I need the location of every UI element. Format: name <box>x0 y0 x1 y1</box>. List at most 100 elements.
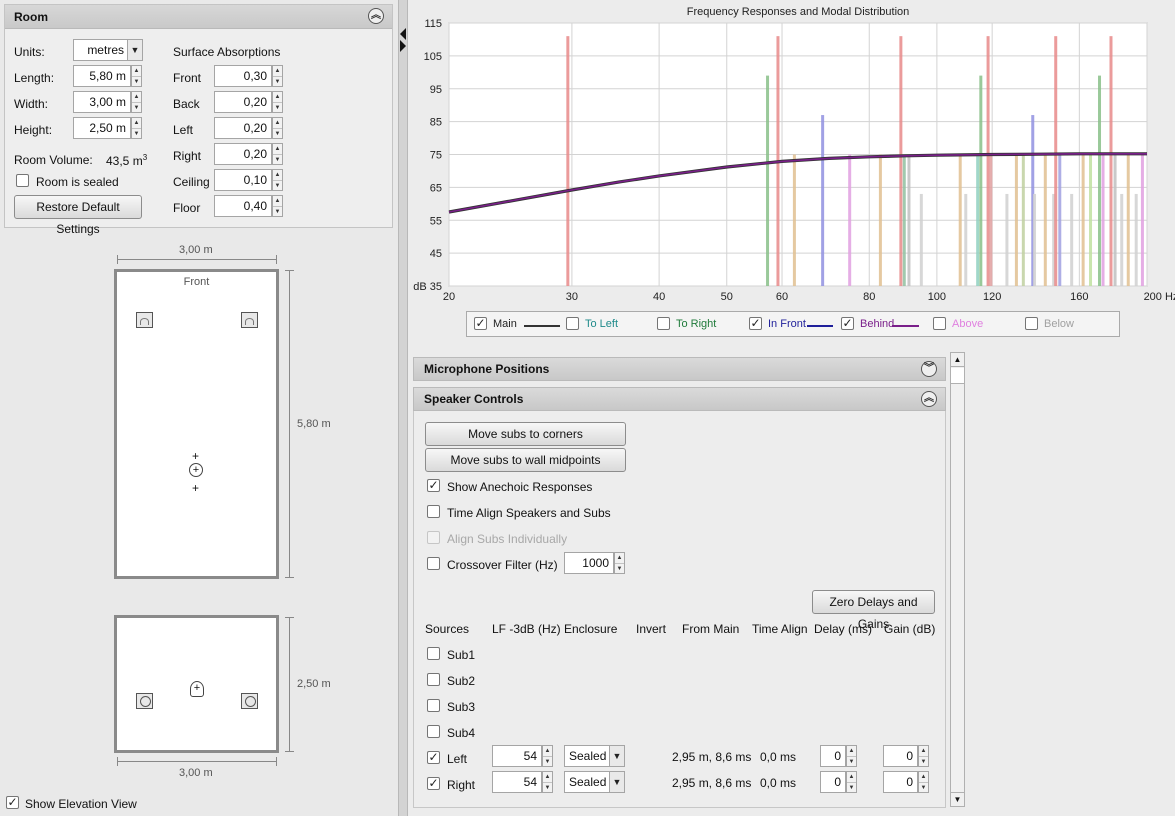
microphone-positions-header[interactable]: Microphone Positions ︾ <box>413 357 946 381</box>
stepper-up-icon[interactable]: ▲ <box>919 772 928 782</box>
enclosure-select[interactable]: Sealed <box>564 771 610 793</box>
crossover-checkbox[interactable] <box>427 557 440 570</box>
collapse-icon[interactable]: ︽ <box>368 8 384 24</box>
absorption-stepper[interactable]: ▲ ▼ <box>272 143 283 165</box>
absorption-stepper[interactable]: ▲ ▼ <box>272 91 283 113</box>
legend-checkbox[interactable]: ✓ <box>841 317 854 330</box>
crossover-stepper[interactable]: ▲ ▼ <box>614 552 625 574</box>
stepper-down-icon[interactable]: ▼ <box>273 206 282 216</box>
units-dropdown-icon[interactable]: ▼ <box>127 39 143 61</box>
units-select[interactable]: metres <box>73 39 129 61</box>
stepper-down-icon[interactable]: ▼ <box>543 756 552 766</box>
stepper-up-icon[interactable]: ▲ <box>615 553 624 563</box>
absorption-field[interactable]: 0,20 <box>214 117 272 139</box>
speaker-checkbox[interactable]: ✓ <box>427 751 440 764</box>
sub-checkbox[interactable] <box>427 699 440 712</box>
show-elevation-checkbox[interactable]: ✓ <box>6 796 19 809</box>
stepper-up-icon[interactable]: ▲ <box>919 746 928 756</box>
stepper-down-icon[interactable]: ▼ <box>132 128 141 138</box>
stepper-up-icon[interactable]: ▲ <box>273 196 282 206</box>
stepper-down-icon[interactable]: ▼ <box>273 180 282 190</box>
mic-marker-icon[interactable]: + <box>192 482 199 494</box>
room-panel-header[interactable]: Room ︽ <box>5 5 392 29</box>
stepper-up-icon[interactable]: ▲ <box>847 772 856 782</box>
legend-checkbox[interactable]: ✓ <box>474 317 487 330</box>
stepper-up-icon[interactable]: ▲ <box>132 92 141 102</box>
stepper-down-icon[interactable]: ▼ <box>615 563 624 573</box>
stepper-down-icon[interactable]: ▼ <box>273 102 282 112</box>
crossover-field[interactable]: 1000 <box>564 552 614 574</box>
legend-checkbox[interactable] <box>933 317 946 330</box>
gain-field[interactable]: 0 <box>883 771 918 793</box>
stepper-down-icon[interactable]: ▼ <box>132 76 141 86</box>
enclosure-select[interactable]: Sealed <box>564 745 610 767</box>
stepper-down-icon[interactable]: ▼ <box>919 756 928 766</box>
vertical-scrollbar[interactable]: ▲ ▼ <box>950 352 965 807</box>
room-sealed-checkbox[interactable] <box>16 174 29 187</box>
width-stepper[interactable]: ▲ ▼ <box>131 91 142 113</box>
sub-checkbox[interactable] <box>427 647 440 660</box>
enclosure-dropdown-icon[interactable]: ▼ <box>609 771 625 793</box>
floor-plan[interactable]: Front + + + <box>114 269 279 579</box>
left-speaker-icon[interactable] <box>136 312 153 328</box>
lf-field[interactable]: 54 <box>492 771 542 793</box>
left-speaker-elevation-icon[interactable] <box>136 693 153 709</box>
absorption-stepper[interactable]: ▲ ▼ <box>272 65 283 87</box>
length-stepper[interactable]: ▲ ▼ <box>131 65 142 87</box>
right-speaker-icon[interactable] <box>241 312 258 328</box>
right-speaker-elevation-icon[interactable] <box>241 693 258 709</box>
absorption-field[interactable]: 0,20 <box>214 143 272 165</box>
legend-checkbox[interactable] <box>657 317 670 330</box>
collapse-icon[interactable]: ︽ <box>921 391 937 407</box>
move-subs-corners-button[interactable]: Move subs to corners <box>425 422 626 446</box>
delay-field[interactable]: 0 <box>820 745 846 767</box>
stepper-up-icon[interactable]: ▲ <box>273 118 282 128</box>
stepper-up-icon[interactable]: ▲ <box>543 772 552 782</box>
absorption-field[interactable]: 0,20 <box>214 91 272 113</box>
length-field[interactable]: 5,80 m <box>73 65 131 87</box>
elevation-view[interactable]: + <box>114 615 279 753</box>
mic-marker-icon[interactable]: + <box>192 450 199 462</box>
gain-stepper[interactable]: ▲ ▼ <box>918 745 929 767</box>
stepper-up-icon[interactable]: ▲ <box>132 118 141 128</box>
lf-stepper[interactable]: ▲ ▼ <box>542 745 553 767</box>
time-align-checkbox[interactable] <box>427 505 440 518</box>
stepper-up-icon[interactable]: ▲ <box>847 746 856 756</box>
scroll-up-icon[interactable]: ▲ <box>951 353 964 367</box>
collapse-left-icon[interactable] <box>400 28 406 40</box>
width-field[interactable]: 3,00 m <box>73 91 131 113</box>
expand-right-icon[interactable] <box>400 40 406 52</box>
stepper-up-icon[interactable]: ▲ <box>543 746 552 756</box>
absorption-stepper[interactable]: ▲ ▼ <box>272 117 283 139</box>
legend-checkbox[interactable] <box>566 317 579 330</box>
absorption-field[interactable]: 0,30 <box>214 65 272 87</box>
scroll-down-icon[interactable]: ▼ <box>951 792 964 806</box>
stepper-down-icon[interactable]: ▼ <box>847 756 856 766</box>
legend-checkbox[interactable] <box>1025 317 1038 330</box>
enclosure-dropdown-icon[interactable]: ▼ <box>609 745 625 767</box>
height-field[interactable]: 2,50 m <box>73 117 131 139</box>
stepper-down-icon[interactable]: ▼ <box>273 128 282 138</box>
absorption-stepper[interactable]: ▲ ▼ <box>272 195 283 217</box>
absorption-stepper[interactable]: ▲ ▼ <box>272 169 283 191</box>
stepper-up-icon[interactable]: ▲ <box>132 66 141 76</box>
absorption-field[interactable]: 0,10 <box>214 169 272 191</box>
stepper-up-icon[interactable]: ▲ <box>273 170 282 180</box>
move-subs-midpoints-button[interactable]: Move subs to wall midpoints <box>425 448 626 472</box>
zero-delays-gains-button[interactable]: Zero Delays and Gains <box>812 590 935 631</box>
height-stepper[interactable]: ▲ ▼ <box>131 117 142 139</box>
stepper-down-icon[interactable]: ▼ <box>847 782 856 792</box>
listener-elevation-icon[interactable]: + <box>190 681 204 697</box>
expand-icon[interactable]: ︾ <box>921 361 937 377</box>
delay-stepper[interactable]: ▲ ▼ <box>846 771 857 793</box>
splitter[interactable] <box>398 0 408 816</box>
sub-checkbox[interactable] <box>427 725 440 738</box>
gain-field[interactable]: 0 <box>883 745 918 767</box>
lf-stepper[interactable]: ▲ ▼ <box>542 771 553 793</box>
restore-defaults-button[interactable]: Restore Default Settings <box>14 195 142 236</box>
stepper-down-icon[interactable]: ▼ <box>132 102 141 112</box>
absorption-field[interactable]: 0,40 <box>214 195 272 217</box>
delay-stepper[interactable]: ▲ ▼ <box>846 745 857 767</box>
legend-checkbox[interactable]: ✓ <box>749 317 762 330</box>
stepper-up-icon[interactable]: ▲ <box>273 144 282 154</box>
